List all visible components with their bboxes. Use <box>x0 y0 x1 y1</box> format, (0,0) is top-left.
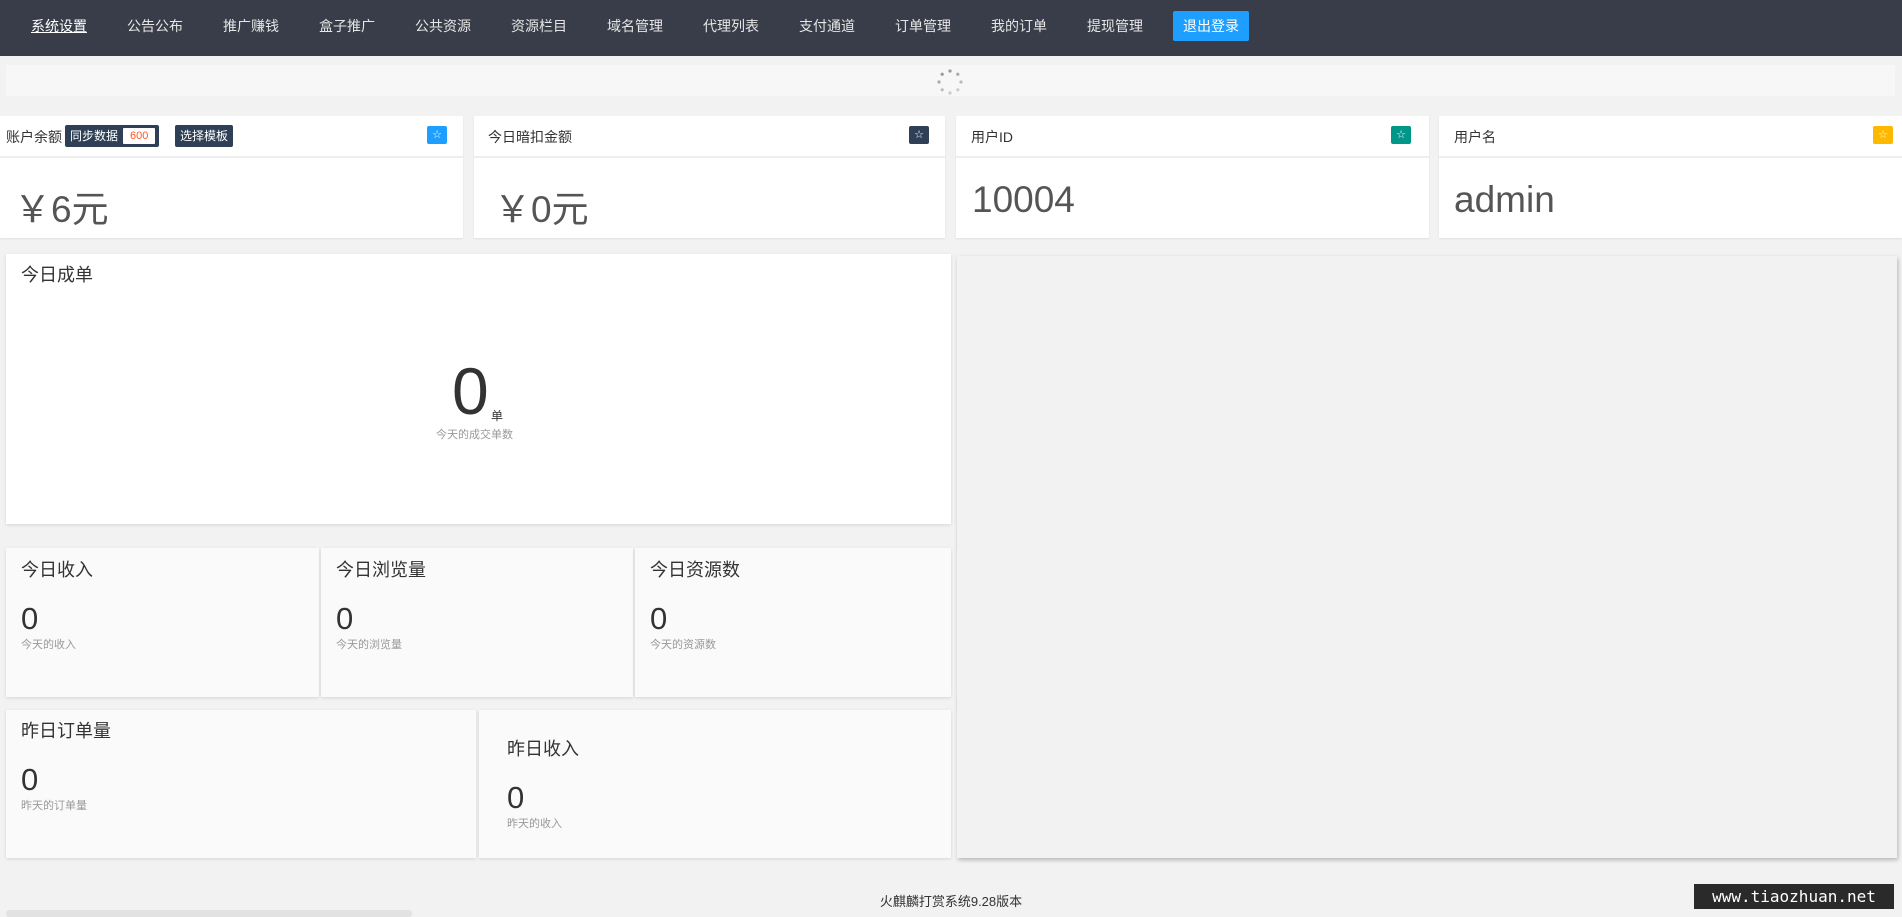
card-title: 今日暗扣金额 <box>488 129 572 145</box>
horizontal-scrollbar[interactable] <box>6 910 412 917</box>
nav-item-my-orders[interactable]: 我的订单 <box>991 0 1047 52</box>
yesterday-income-panel: 昨日收入 0 昨天的收入 <box>479 710 951 858</box>
today-income-panel: 今日收入 0 今天的收入 <box>6 548 319 697</box>
panel-caption: 今天的浏览量 <box>336 639 402 651</box>
today-views-value: 0 <box>336 601 354 636</box>
deduct-amount-card: 今日暗扣金额 ☆ ￥0元 <box>474 116 945 238</box>
card-title: 用户ID <box>971 129 1013 145</box>
panel-caption: 今天的资源数 <box>650 639 716 651</box>
card-header: 用户ID ☆ <box>956 116 1429 158</box>
nav-item-agent-list[interactable]: 代理列表 <box>703 0 759 52</box>
top-navbar: 系统设置 公告公布 推广赚钱 盒子推广 公共资源 资源栏目 域名管理 代理列表 … <box>0 0 1902 56</box>
nav-item-announcements[interactable]: 公告公布 <box>127 0 183 52</box>
nav-item-system-settings[interactable]: 系统设置 <box>31 0 87 52</box>
username-value: admin <box>1454 179 1555 220</box>
logout-button[interactable]: 退出登录 <box>1173 11 1249 41</box>
panel-title: 今日资源数 <box>650 560 740 580</box>
card-header: 账户余额 同步数据 600 选择模板 ☆ <box>0 116 463 158</box>
username-card: 用户名 ☆ admin <box>1439 116 1902 238</box>
yesterday-income-value: 0 <box>507 780 525 815</box>
nav-item-payment-channels[interactable]: 支付通道 <box>799 0 855 52</box>
nav-item-withdrawal-management[interactable]: 提现管理 <box>1087 0 1143 52</box>
panel-title: 今日收入 <box>21 560 93 580</box>
card-header: 今日暗扣金额 ☆ <box>474 116 945 158</box>
loading-spinner-icon <box>937 69 963 95</box>
nav-item-promote-earn[interactable]: 推广赚钱 <box>223 0 279 52</box>
nav-item-domain-management[interactable]: 域名管理 <box>607 0 663 52</box>
chart-placeholder-area <box>957 256 1897 858</box>
panel-caption: 今天的成交单数 <box>436 429 513 441</box>
today-views-panel: 今日浏览量 0 今天的浏览量 <box>321 548 633 697</box>
nav-item-order-management[interactable]: 订单管理 <box>895 0 951 52</box>
panel-title: 昨日收入 <box>507 739 579 759</box>
today-resources-value: 0 <box>650 601 668 636</box>
nav-item-resource-columns[interactable]: 资源栏目 <box>511 0 567 52</box>
user-id-card: 用户ID ☆ 10004 <box>956 116 1429 238</box>
sync-count-badge: 600 <box>123 128 156 144</box>
balance-value: ￥6元 <box>14 189 109 230</box>
star-icon: ☆ <box>1391 126 1411 144</box>
watermark-text: www.tiaozhuan.net <box>1694 884 1894 909</box>
star-icon: ☆ <box>427 126 447 144</box>
card-title: 账户余额 <box>6 129 62 145</box>
star-icon: ☆ <box>1873 126 1893 144</box>
card-header: 用户名 ☆ <box>1439 116 1902 158</box>
star-icon: ☆ <box>909 126 929 144</box>
yesterday-orders-value: 0 <box>21 762 39 797</box>
footer-version: 火麒麟打赏系统9.28版本 <box>879 894 1023 909</box>
orders-unit: 单 <box>491 409 504 423</box>
nav-item-public-resources[interactable]: 公共资源 <box>415 0 471 52</box>
select-template-button[interactable]: 选择模板 <box>175 125 234 147</box>
yesterday-orders-panel: 昨日订单量 0 昨天的订单量 <box>6 710 476 858</box>
panel-title: 今日浏览量 <box>336 560 426 580</box>
sync-data-label: 同步数据 <box>70 129 119 143</box>
nav-item-box-promotion[interactable]: 盒子推广 <box>319 0 375 52</box>
today-resources-panel: 今日资源数 0 今天的资源数 <box>635 548 951 697</box>
card-title: 用户名 <box>1454 129 1496 145</box>
panel-caption: 昨天的收入 <box>507 818 562 830</box>
today-income-value: 0 <box>21 601 39 636</box>
panel-title: 昨日订单量 <box>21 721 111 741</box>
panel-caption: 今天的收入 <box>21 639 76 651</box>
panel-caption: 昨天的订单量 <box>21 800 87 812</box>
panel-title: 今日成单 <box>21 265 93 285</box>
sync-data-button[interactable]: 同步数据 600 <box>65 125 160 147</box>
today-orders-panel: 今日成单 0 单 今天的成交单数 <box>6 254 951 524</box>
balance-card: 账户余额 同步数据 600 选择模板 ☆ ￥6元 <box>0 116 463 238</box>
today-orders-value: 0 <box>452 354 489 428</box>
deduct-amount-value: ￥0元 <box>494 189 589 230</box>
user-id-value: 10004 <box>972 179 1075 220</box>
